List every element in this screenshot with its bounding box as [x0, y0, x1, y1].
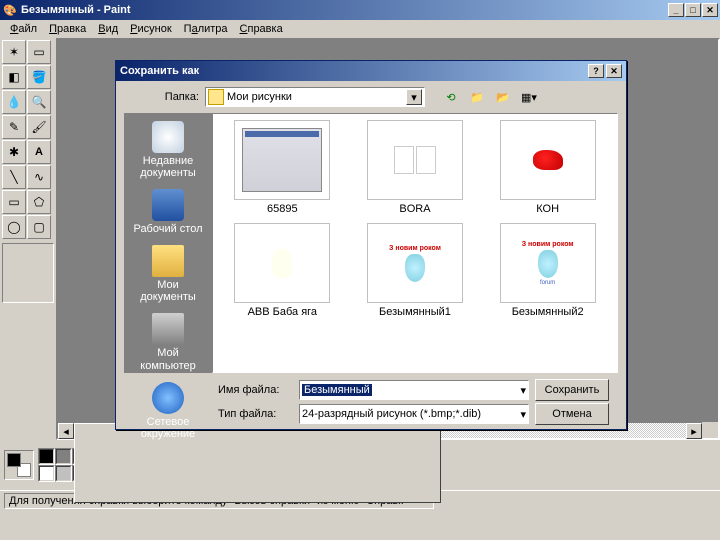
minimize-button[interactable]: _ [668, 3, 684, 17]
tool-fill[interactable]: 🪣 [27, 65, 51, 89]
app-icon: 🎨 [2, 2, 18, 18]
chevron-down-icon[interactable]: ▾ [406, 89, 422, 105]
menu-file[interactable]: Файл [4, 21, 43, 37]
place-desktop[interactable]: Рабочий стол [128, 185, 208, 239]
file-name: BORA [399, 203, 430, 215]
chevron-down-icon[interactable]: ▾ [520, 408, 526, 421]
file-item[interactable]: 65895 [219, 120, 346, 215]
place-recent[interactable]: Недавние документы [128, 117, 208, 183]
dialog-title: Сохранить как [120, 65, 588, 77]
scroll-corner [702, 422, 718, 438]
tool-rect[interactable]: ▭ [2, 190, 26, 214]
toolbox: ✶ ▭ ◧ 🪣 💧 🔍 ✎ 🖌 ✱ A ╲ ∿ ▭ ⬠ ◯ ▢ [0, 38, 56, 440]
filename-label: Имя файла: [218, 384, 293, 396]
desktop-icon [152, 189, 184, 221]
filename-input[interactable]: Безымянный ▾ [299, 380, 529, 400]
file-thumbnail [234, 223, 330, 303]
tool-eraser[interactable]: ◧ [2, 65, 26, 89]
nav-newfolder-icon[interactable]: 📂 [493, 87, 513, 107]
dialog-close-button[interactable]: ✕ [606, 64, 622, 78]
file-item[interactable]: BORA [352, 120, 479, 215]
menu-view[interactable]: Вид [92, 21, 124, 37]
places-bar: Недавние документы Рабочий стол Мои доку… [124, 113, 212, 373]
mycomp-icon [152, 313, 184, 345]
menu-image[interactable]: Рисунок [124, 21, 178, 37]
place-mycomp[interactable]: Мой компьютер [128, 309, 208, 375]
tool-pencil[interactable]: ✎ [2, 115, 26, 139]
folder-label: Папка: [124, 91, 199, 103]
tool-ellipse[interactable]: ◯ [2, 215, 26, 239]
scroll-left-button[interactable]: ◂ [58, 423, 74, 439]
tool-roundrect[interactable]: ▢ [27, 215, 51, 239]
folder-icon [208, 89, 224, 105]
dialog-help-button[interactable]: ? [588, 64, 604, 78]
tool-polygon[interactable]: ⬠ [27, 190, 51, 214]
file-name: Безымянный2 [512, 306, 584, 318]
titlebar: 🎨 Безымянный - Paint _ □ ✕ [0, 0, 720, 20]
recent-icon [152, 121, 184, 153]
file-name: 65895 [267, 203, 298, 215]
tool-zoom[interactable]: 🔍 [27, 90, 51, 114]
tool-picker[interactable]: 💧 [2, 90, 26, 114]
file-thumbnail: З новим рокомforum [500, 223, 596, 303]
place-mydocs[interactable]: Мои документы [128, 241, 208, 307]
tool-line[interactable]: ╲ [2, 165, 26, 189]
chevron-down-icon[interactable]: ▾ [520, 384, 526, 397]
place-network[interactable]: Сетевое окружение [128, 378, 208, 444]
close-button[interactable]: ✕ [702, 3, 718, 17]
file-list[interactable]: 65895 BORA КОН АВВ Баба яга З новим роком Без… [212, 113, 618, 373]
file-name: АВВ Баба яга [248, 306, 317, 318]
nav-back-icon[interactable]: ⟲ [441, 87, 461, 107]
fg-bg-indicator[interactable] [4, 450, 34, 480]
color-swatch[interactable] [38, 465, 55, 482]
tool-freeform-select[interactable]: ✶ [2, 40, 26, 64]
mydocs-icon [152, 245, 184, 277]
menu-edit[interactable]: Правка [43, 21, 92, 37]
file-thumbnail [367, 120, 463, 200]
network-icon [152, 382, 184, 414]
tool-brush[interactable]: 🖌 [27, 115, 51, 139]
file-item[interactable]: З новим роком Безымянный1 [352, 223, 479, 318]
file-item[interactable]: АВВ Баба яга [219, 223, 346, 318]
window-title: Безымянный - Paint [21, 4, 668, 16]
file-thumbnail [234, 120, 330, 200]
tool-text[interactable]: A [27, 140, 51, 164]
menubar: Файл Правка Вид Рисунок Палитра Справка [0, 20, 720, 38]
color-swatch[interactable] [55, 448, 72, 465]
nav-views-icon[interactable]: ▦▾ [519, 87, 539, 107]
tool-select[interactable]: ▭ [27, 40, 51, 64]
file-thumbnail: З новим роком [367, 223, 463, 303]
file-item[interactable]: З новим рокомforum Безымянный2 [484, 223, 611, 318]
file-thumbnail [500, 120, 596, 200]
color-swatch[interactable] [38, 448, 55, 465]
tool-options [2, 243, 54, 303]
save-button[interactable]: Сохранить [535, 379, 609, 401]
menu-colors[interactable]: Палитра [178, 21, 234, 37]
tool-airbrush[interactable]: ✱ [2, 140, 26, 164]
file-name: Безымянный1 [379, 306, 451, 318]
filetype-label: Тип файла: [218, 408, 293, 420]
maximize-button[interactable]: □ [685, 3, 701, 17]
filetype-combo[interactable]: 24-разрядный рисунок (*.bmp;*.dib) ▾ [299, 404, 529, 424]
tool-curve[interactable]: ∿ [27, 165, 51, 189]
color-swatch[interactable] [55, 465, 72, 482]
nav-up-icon[interactable]: 📁 [467, 87, 487, 107]
scroll-right-button[interactable]: ▸ [686, 423, 702, 439]
menu-help[interactable]: Справка [234, 21, 289, 37]
fg-color [7, 453, 21, 467]
file-name: КОН [536, 203, 559, 215]
cancel-button[interactable]: Отмена [535, 403, 609, 425]
folder-combo[interactable]: Мои рисунки ▾ [205, 87, 425, 107]
save-as-dialog: Сохранить как ? ✕ Папка: Мои рисунки ▾ ⟲… [115, 60, 627, 430]
folder-value: Мои рисунки [227, 91, 406, 103]
file-item[interactable]: КОН [484, 120, 611, 215]
dialog-titlebar: Сохранить как ? ✕ [116, 61, 626, 81]
